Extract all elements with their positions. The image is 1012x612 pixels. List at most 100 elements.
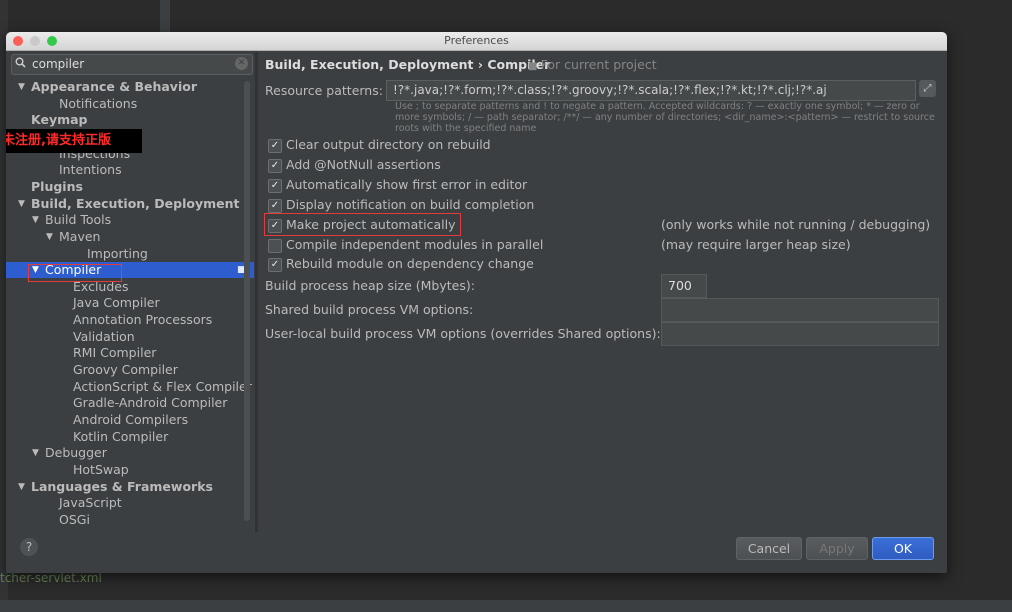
heap-size-label: Build process heap size (Mbytes): — [265, 278, 475, 293]
project-scope-icon: ■ — [528, 61, 541, 72]
tree-item-keymap[interactable]: Keymap — [6, 112, 254, 128]
option-note: (only works while not running / debuggin… — [661, 216, 931, 232]
tree-item-debugger[interactable]: ▼ Debugger — [6, 445, 254, 461]
tree-item-gradle-android-compiler[interactable]: Gradle-Android Compiler — [6, 395, 254, 411]
tree-item-android-compilers[interactable]: Android Compilers — [6, 412, 254, 428]
tree-item-notifications[interactable]: Notifications — [6, 96, 254, 112]
tree-item-label: Plugins — [31, 178, 83, 194]
tree-item-label: Keymap — [31, 112, 88, 128]
tree-item-groovy-compiler[interactable]: Groovy Compiler — [6, 362, 254, 378]
local-vm-options-label: User-local build process VM options (ove… — [265, 326, 661, 341]
tree-item-label: Intentions — [59, 162, 122, 178]
heap-size-value: 700 — [668, 278, 692, 293]
tree-item-label: ActionScript & Flex Compiler — [73, 378, 252, 394]
resource-patterns-field[interactable]: !?*.java;!?*.form;!?*.class;!?*.groovy;!… — [386, 80, 916, 101]
option-label[interactable]: Automatically show first error in editor — [286, 176, 527, 194]
expand-arrow-icon[interactable]: ▼ — [32, 445, 39, 461]
highlight-box-make-project — [264, 213, 461, 236]
option-label[interactable]: Rebuild module on dependency change — [286, 255, 534, 273]
option-label[interactable]: Compile independent modules in parallel — [286, 236, 543, 254]
highlight-box-compiler — [28, 264, 122, 282]
tree-item-appearance-behavior[interactable]: ▼ Appearance & Behavior — [6, 79, 254, 95]
tree-item-build-tools[interactable]: ▼ Build Tools — [6, 212, 254, 228]
tree-item-java-compiler[interactable]: Java Compiler — [6, 295, 254, 311]
apply-button[interactable]: Apply — [806, 537, 868, 560]
tree-item-build-execution-deployment[interactable]: ▼ Build, Execution, Deployment — [6, 196, 254, 212]
expand-field-button[interactable]: ⤢ — [919, 80, 936, 97]
option-checkbox[interactable]: ✓ — [268, 158, 282, 173]
window-title: Preferences — [444, 34, 509, 47]
page-breadcrumb: Build, Execution, Deployment › Compiler — [265, 57, 551, 72]
tree-item-plugins[interactable]: Plugins — [6, 179, 254, 195]
tree-item-osgi[interactable]: OSGi — [6, 512, 254, 528]
option-checkbox[interactable]: ✓ — [268, 139, 282, 153]
tree-item-maven[interactable]: ▼ Maven — [6, 229, 254, 245]
watermark-banner: 未注册,请支持正版 — [6, 129, 142, 153]
resource-patterns-label: Resource patterns: — [265, 83, 383, 98]
ide-file-tab[interactable]: tcher-servlet.xml — [0, 571, 102, 585]
tree-item-label: Importing — [87, 245, 148, 261]
preferences-dialog: Preferences compiler ✕ ▼ Appearance & Beh… — [6, 32, 947, 573]
tree-item-label: Appearance & Behavior — [31, 79, 197, 94]
tree-item-label: Java Compiler — [73, 295, 160, 311]
option-label[interactable]: Add @NotNull assertions — [286, 156, 441, 174]
resource-patterns-hint: Use ; to separate patterns and ! to nega… — [395, 101, 935, 134]
tree-item-rmi-compiler[interactable]: RMI Compiler — [6, 345, 254, 361]
panel-splitter[interactable] — [255, 52, 258, 532]
tree-item-validation[interactable]: Validation — [6, 329, 254, 345]
help-button[interactable]: ? — [20, 538, 38, 556]
tree-item-label: Notifications — [59, 95, 138, 111]
option-checkbox[interactable]: ✓ — [268, 178, 282, 193]
tree-item-label: Maven — [59, 228, 101, 244]
tree-scrollbar[interactable] — [244, 81, 250, 521]
tree-item-label: JavaScript — [59, 495, 122, 511]
tree-item-importing[interactable]: Importing — [6, 246, 254, 262]
ide-tool-window-bar — [0, 600, 1012, 612]
tree-item-label: Build, Execution, Deployment — [31, 195, 240, 211]
tree-item-label: OSGi — [59, 511, 90, 527]
settings-search-box[interactable]: compiler ✕ — [11, 54, 253, 75]
option-checkbox[interactable]: ✓ — [268, 258, 282, 273]
clear-search-icon[interactable]: ✕ — [235, 57, 248, 70]
tree-item-label: Debugger — [45, 445, 107, 461]
expand-arrow-icon[interactable]: ▼ — [32, 212, 39, 228]
option-checkbox[interactable] — [268, 238, 282, 253]
option-label[interactable]: Display notification on build completion — [286, 196, 534, 214]
shared-vm-options-label: Shared build process VM options: — [265, 302, 474, 317]
tree-item-actionscript-flex-compiler[interactable]: ActionScript & Flex Compiler — [6, 379, 254, 395]
ide-editor-strip — [160, 0, 170, 32]
search-input[interactable]: compiler — [32, 57, 84, 71]
expand-arrow-icon[interactable]: ▼ — [18, 79, 25, 95]
tree-item-label: Kotlin Compiler — [73, 428, 169, 444]
option-checkbox[interactable]: ✓ — [268, 198, 282, 213]
expand-arrow-icon[interactable]: ▼ — [18, 196, 25, 212]
tree-item-label: Validation — [73, 328, 135, 344]
tree-item-label: Build Tools — [45, 212, 112, 228]
tree-item-annotation-processors[interactable]: Annotation Processors — [6, 312, 254, 328]
option-label[interactable]: Clear output directory on rebuild — [286, 136, 491, 154]
local-vm-options-field[interactable] — [661, 322, 939, 346]
tree-item-label: Languages & Frameworks — [31, 478, 213, 494]
expand-arrow-icon[interactable]: ▼ — [18, 479, 25, 495]
tree-item-label: Android Compilers — [73, 412, 189, 427]
shared-vm-options-field[interactable] — [661, 298, 939, 322]
option-note: (may require larger heap size) — [661, 236, 851, 252]
title-bar: Preferences — [6, 32, 947, 51]
tree-item-label: RMI Compiler — [73, 345, 157, 361]
tree-item-intentions[interactable]: Intentions — [6, 162, 254, 178]
tree-item-label: Annotation Processors — [73, 312, 213, 328]
tree-item-javascript[interactable]: JavaScript — [6, 495, 254, 511]
search-icon — [15, 57, 26, 71]
tree-item-label: Gradle-Android Compiler — [73, 395, 228, 411]
expand-arrow-icon[interactable]: ▼ — [46, 229, 53, 245]
project-scope-note: ■ For current project — [528, 57, 657, 72]
tree-item-languages-frameworks[interactable]: ▼ Languages & Frameworks — [6, 479, 254, 495]
cancel-button[interactable]: Cancel — [736, 537, 802, 560]
tree-item-kotlin-compiler[interactable]: Kotlin Compiler — [6, 429, 254, 445]
tree-item-hotswap[interactable]: HotSwap — [6, 462, 254, 478]
resource-patterns-value: !?*.java;!?*.form;!?*.class;!?*.groovy;!… — [393, 83, 827, 97]
heap-size-field[interactable]: 700 — [661, 274, 707, 298]
tree-item-label: HotSwap — [73, 461, 129, 477]
ok-button[interactable]: OK — [872, 537, 934, 560]
project-scope-label: For current project — [540, 57, 657, 72]
